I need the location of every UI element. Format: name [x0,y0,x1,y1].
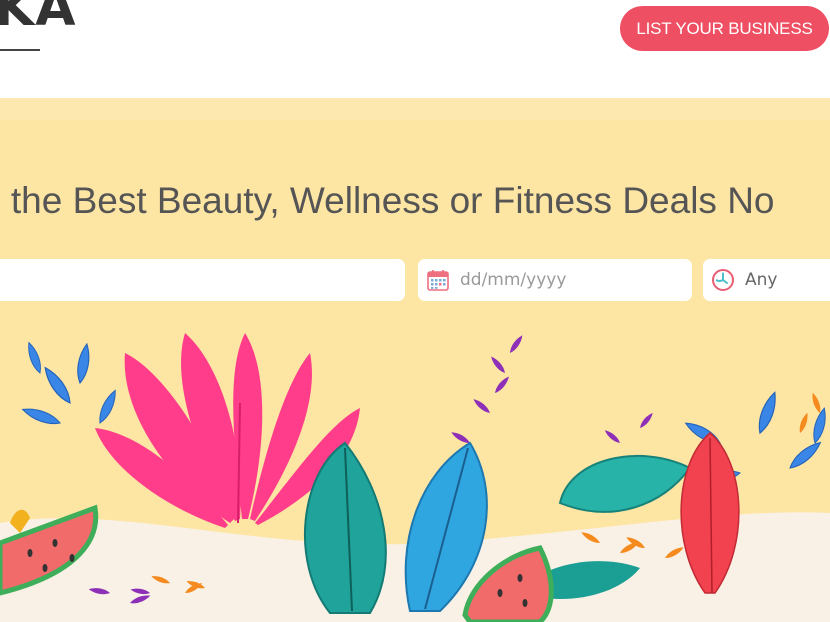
site-logo[interactable]: KA [0,0,77,38]
date-input-placeholder: dd/mm/yyyy [460,270,567,290]
logo-underline [0,49,40,51]
tropical-illustration [0,333,830,622]
hero-section: d the Best Beauty, Wellness or Fitness D… [0,98,830,622]
site-header: KA LIST YOUR BUSINESS [0,0,830,98]
list-your-business-button[interactable]: LIST YOUR BUSINESS [620,6,829,51]
time-select-value: Any [745,270,778,290]
hero-headline: d the Best Beauty, Wellness or Fitness D… [0,180,775,221]
calendar-icon [427,270,449,291]
clock-icon [712,269,734,291]
hero-top-band [0,98,830,120]
